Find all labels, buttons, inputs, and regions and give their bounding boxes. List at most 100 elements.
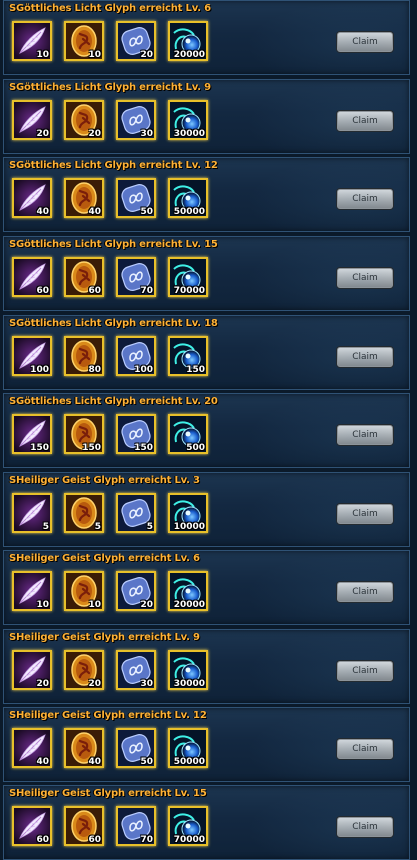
reward-item-slot[interactable]: 500: [168, 414, 208, 454]
achievement-title: SGöttliches Licht Glyph erreicht Lv. 18: [9, 318, 218, 329]
reward-item-slot[interactable]: 10: [12, 21, 52, 61]
item-quantity: 50000: [173, 207, 205, 217]
item-quantity: 20: [36, 679, 49, 689]
reward-item-slot[interactable]: 70: [116, 257, 156, 297]
reward-item-slot[interactable]: 50: [116, 728, 156, 768]
claim-button[interactable]: Claim: [337, 425, 393, 445]
reward-row: SHeiliger Geist Glyph erreicht Lv. 6 10 …: [3, 550, 410, 625]
item-quantity: 100: [30, 365, 49, 375]
reward-item-slot[interactable]: 70: [116, 806, 156, 846]
reward-row: SHeiliger Geist Glyph erreicht Lv. 12 40…: [3, 707, 410, 782]
item-quantity: 50: [140, 207, 153, 217]
reward-item-slot[interactable]: 30: [116, 650, 156, 690]
item-quantity: 5: [146, 522, 153, 532]
reward-item-slot[interactable]: 100: [116, 336, 156, 376]
reward-item-slot[interactable]: 50000: [168, 178, 208, 218]
claim-button[interactable]: Claim: [337, 268, 393, 288]
reward-item-slot[interactable]: 150: [116, 414, 156, 454]
reward-item-slot[interactable]: 30000: [168, 100, 208, 140]
reward-list: SGöttliches Licht Glyph erreicht Lv. 6 1…: [0, 0, 417, 860]
item-quantity: 150: [30, 443, 49, 453]
reward-item-slot[interactable]: 70000: [168, 806, 208, 846]
achievement-title: SGöttliches Licht Glyph erreicht Lv. 20: [9, 396, 218, 407]
reward-item-slot[interactable]: 20: [64, 650, 104, 690]
achievement-title: SHeiliger Geist Glyph erreicht Lv. 9: [9, 632, 200, 643]
reward-item-slot[interactable]: 20000: [168, 571, 208, 611]
item-quantity: 30000: [173, 679, 205, 689]
reward-item-slot[interactable]: 20: [116, 21, 156, 61]
reward-item-slot[interactable]: 150: [168, 336, 208, 376]
item-quantity: 40: [88, 757, 101, 767]
achievement-title: SHeiliger Geist Glyph erreicht Lv. 15: [9, 788, 207, 799]
item-quantity: 70: [140, 286, 153, 296]
reward-item-slot[interactable]: 10: [64, 571, 104, 611]
item-quantity: 70: [140, 835, 153, 845]
reward-item-slot[interactable]: 30: [116, 100, 156, 140]
achievement-title: SGöttliches Licht Glyph erreicht Lv. 15: [9, 239, 218, 250]
claim-button[interactable]: Claim: [337, 817, 393, 837]
reward-item-slot[interactable]: 150: [12, 414, 52, 454]
reward-item-slot[interactable]: 40: [12, 728, 52, 768]
reward-item-slot[interactable]: 80: [64, 336, 104, 376]
item-quantity: 10000: [173, 522, 205, 532]
reward-item-slot[interactable]: 20: [64, 100, 104, 140]
item-quantity: 40: [88, 207, 101, 217]
item-quantity: 5: [42, 522, 49, 532]
claim-button[interactable]: Claim: [337, 739, 393, 759]
achievement-title: SGöttliches Licht Glyph erreicht Lv. 6: [9, 3, 211, 14]
reward-row: SGöttliches Licht Glyph erreicht Lv. 20 …: [3, 393, 410, 468]
item-quantity: 60: [88, 835, 101, 845]
reward-item-slot[interactable]: 10: [12, 571, 52, 611]
item-quantity: 60: [36, 835, 49, 845]
reward-item-slot[interactable]: 150: [64, 414, 104, 454]
reward-item-slot[interactable]: 20: [12, 650, 52, 690]
reward-row: SHeiliger Geist Glyph erreicht Lv. 9 20 …: [3, 629, 410, 704]
item-quantity: 500: [186, 443, 205, 453]
item-quantity: 60: [88, 286, 101, 296]
reward-item-slot[interactable]: 50: [116, 178, 156, 218]
reward-item-slot[interactable]: 100: [12, 336, 52, 376]
item-quantity: 20: [36, 129, 49, 139]
achievement-title: SGöttliches Licht Glyph erreicht Lv. 9: [9, 82, 211, 93]
item-quantity: 20: [88, 129, 101, 139]
item-quantity: 100: [134, 365, 153, 375]
item-quantity: 10: [36, 600, 49, 610]
item-quantity: 5: [94, 522, 101, 532]
item-quantity: 50: [140, 757, 153, 767]
item-quantity: 150: [186, 365, 205, 375]
achievement-title: SHeiliger Geist Glyph erreicht Lv. 6: [9, 553, 200, 564]
reward-item-slot[interactable]: 60: [12, 806, 52, 846]
item-quantity: 10: [36, 50, 49, 60]
reward-item-slot[interactable]: 20: [12, 100, 52, 140]
reward-item-slot[interactable]: 5: [12, 493, 52, 533]
reward-item-slot[interactable]: 50000: [168, 728, 208, 768]
reward-item-slot[interactable]: 60: [12, 257, 52, 297]
claim-button[interactable]: Claim: [337, 504, 393, 524]
reward-item-slot[interactable]: 70000: [168, 257, 208, 297]
claim-button[interactable]: Claim: [337, 32, 393, 52]
reward-item-slot[interactable]: 5: [116, 493, 156, 533]
item-quantity: 30: [140, 129, 153, 139]
reward-item-slot[interactable]: 20: [116, 571, 156, 611]
claim-button[interactable]: Claim: [337, 111, 393, 131]
item-quantity: 40: [36, 757, 49, 767]
reward-item-slot[interactable]: 10000: [168, 493, 208, 533]
reward-item-slot[interactable]: 60: [64, 806, 104, 846]
reward-item-slot[interactable]: 5: [64, 493, 104, 533]
claim-button[interactable]: Claim: [337, 347, 393, 367]
claim-button[interactable]: Claim: [337, 582, 393, 602]
reward-item-slot[interactable]: 60: [64, 257, 104, 297]
reward-item-slot[interactable]: 40: [64, 178, 104, 218]
claim-button[interactable]: Claim: [337, 189, 393, 209]
reward-item-slot[interactable]: 10: [64, 21, 104, 61]
reward-row: SGöttliches Licht Glyph erreicht Lv. 18 …: [3, 315, 410, 390]
reward-item-slot[interactable]: 40: [12, 178, 52, 218]
reward-item-slot[interactable]: 30000: [168, 650, 208, 690]
reward-item-slot[interactable]: 40: [64, 728, 104, 768]
item-quantity: 70000: [173, 286, 205, 296]
claim-button[interactable]: Claim: [337, 661, 393, 681]
item-quantity: 20000: [173, 600, 205, 610]
item-quantity: 20000: [173, 50, 205, 60]
reward-item-slot[interactable]: 20000: [168, 21, 208, 61]
item-quantity: 30: [140, 679, 153, 689]
